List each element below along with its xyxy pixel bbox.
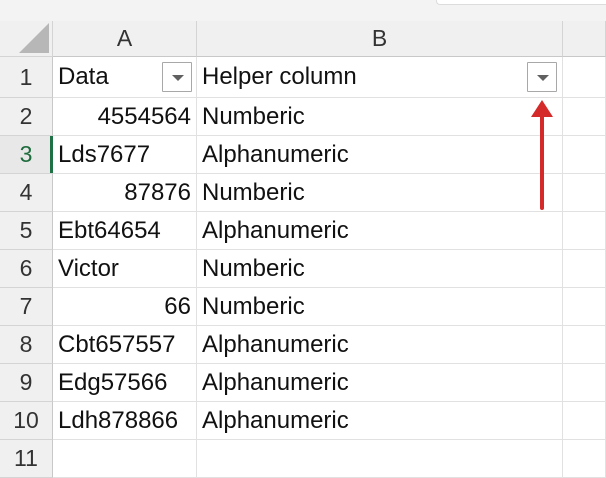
row-header-10[interactable]: 10	[0, 402, 53, 440]
red-arrow-annotation	[531, 100, 553, 210]
row-header-4[interactable]: 4	[0, 174, 53, 212]
column-header-a[interactable]: A	[53, 21, 197, 57]
filter-button-a[interactable]	[162, 62, 192, 92]
top-pane-edge	[436, 0, 606, 5]
cell-a4[interactable]: 87876	[53, 174, 197, 212]
spreadsheet-grid: A B 1 2 3 4 5 6 7 8 9 10 11 Data Helper column 4554564 N…	[0, 21, 606, 478]
row-header-3[interactable]: 3	[0, 136, 53, 174]
filter-button-b[interactable]	[527, 62, 557, 92]
cell-a9[interactable]: Edg57566	[53, 364, 197, 402]
cell-a10[interactable]: Ldh878866	[53, 402, 197, 440]
cell-c8[interactable]	[563, 326, 606, 364]
select-all-button[interactable]	[0, 21, 53, 57]
row-header-11[interactable]: 11	[0, 440, 53, 478]
select-all-icon	[19, 23, 49, 53]
cell-c1[interactable]	[563, 57, 606, 98]
cell-c11[interactable]	[563, 440, 606, 478]
cell-c9[interactable]	[563, 364, 606, 402]
cell-a11[interactable]	[53, 440, 197, 478]
cell-b3[interactable]: Alphanumeric	[197, 136, 563, 174]
row-header-8[interactable]: 8	[0, 326, 53, 364]
cell-a2[interactable]: 4554564	[53, 98, 197, 136]
cell-a3[interactable]: Lds7677	[53, 136, 197, 174]
column-header-c[interactable]	[563, 21, 606, 57]
cell-c10[interactable]	[563, 402, 606, 440]
cell-a5[interactable]: Ebt64654	[53, 212, 197, 250]
cell-c7[interactable]	[563, 288, 606, 326]
cell-b10[interactable]: Alphanumeric	[197, 402, 563, 440]
cell-c2[interactable]	[563, 98, 606, 136]
cell-b1[interactable]: Helper column	[197, 57, 563, 98]
cell-b2[interactable]: Numberic	[197, 98, 563, 136]
cell-c6[interactable]	[563, 250, 606, 288]
cell-c3[interactable]	[563, 136, 606, 174]
cell-b9[interactable]: Alphanumeric	[197, 364, 563, 402]
cell-c5[interactable]	[563, 212, 606, 250]
row-header-7[interactable]: 7	[0, 288, 53, 326]
row-header-2[interactable]: 2	[0, 98, 53, 136]
cell-a7[interactable]: 66	[53, 288, 197, 326]
column-header-b[interactable]: B	[197, 21, 563, 57]
cell-a8[interactable]: Cbt657557	[53, 326, 197, 364]
cell-c4[interactable]	[563, 174, 606, 212]
cell-b8[interactable]: Alphanumeric	[197, 326, 563, 364]
cell-b4[interactable]: Numberic	[197, 174, 563, 212]
cell-b11[interactable]	[197, 440, 563, 478]
row-header-1[interactable]: 1	[0, 57, 53, 98]
row-header-5[interactable]: 5	[0, 212, 53, 250]
cell-a6[interactable]: Victor	[53, 250, 197, 288]
cell-b5[interactable]: Alphanumeric	[197, 212, 563, 250]
cell-b7[interactable]: Numberic	[197, 288, 563, 326]
row-header-9[interactable]: 9	[0, 364, 53, 402]
top-strip	[0, 0, 606, 21]
row-header-6[interactable]: 6	[0, 250, 53, 288]
cell-b6[interactable]: Numberic	[197, 250, 563, 288]
